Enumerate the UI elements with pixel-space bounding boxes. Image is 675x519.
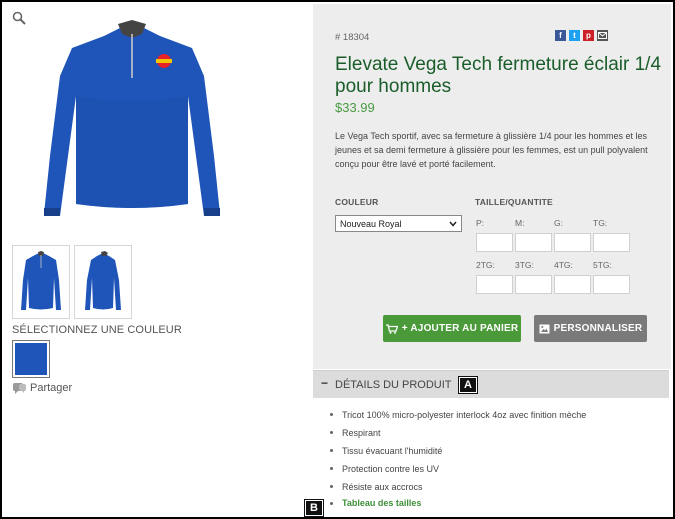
- quantity-input-tg[interactable]: [593, 233, 630, 252]
- facebook-icon[interactable]: f: [555, 30, 566, 41]
- color-option-label: COULEUR: [335, 197, 379, 207]
- customize-button[interactable]: PERSONNALISER: [534, 315, 647, 342]
- product-details-header[interactable]: − DÉTAILS DU PRODUIT A: [313, 370, 669, 398]
- size-label-tg: TG:: [593, 218, 608, 228]
- chevron-down-icon: [449, 221, 457, 227]
- share-label: Partager: [30, 382, 73, 394]
- product-details-title: DÉTAILS DU PRODUIT: [335, 379, 452, 391]
- size-quantity-label: TAILLE/QUANTITE: [475, 197, 553, 207]
- product-details-body: Tricot 100% micro-polyester interlock 4o…: [304, 398, 669, 517]
- quantity-input-p[interactable]: [476, 233, 513, 252]
- size-label-2tg: 2TG:: [476, 260, 495, 270]
- size-label-p: P:: [476, 218, 485, 228]
- thumbnail-front[interactable]: [12, 245, 70, 319]
- cart-icon: [385, 323, 398, 334]
- annotation-marker-a: A: [458, 376, 478, 394]
- color-select-value: Nouveau Royal: [340, 218, 402, 229]
- product-sku: # 18304: [335, 32, 370, 43]
- color-swatch-royal[interactable]: [12, 340, 50, 378]
- list-item: Tissu évacuant l'humidité: [330, 445, 586, 463]
- share-icon: [13, 382, 26, 394]
- customize-label: PERSONNALISER: [553, 323, 643, 334]
- product-price: $33.99: [335, 100, 375, 115]
- thumbnail-list: [12, 245, 132, 319]
- annotation-marker-b: B: [304, 499, 324, 517]
- select-color-label: SÉLECTIONNEZ UNE COULEUR: [12, 324, 182, 336]
- feature-list: Tricot 100% micro-polyester interlock 4o…: [330, 409, 586, 499]
- quantity-input-g[interactable]: [554, 233, 591, 252]
- quantity-input-3tg[interactable]: [515, 275, 552, 294]
- size-label-m: M:: [515, 218, 525, 228]
- quantity-input-5tg[interactable]: [593, 275, 630, 294]
- thumbnail-side[interactable]: [74, 245, 132, 319]
- image-icon: [539, 324, 550, 333]
- size-label-g: G:: [554, 218, 563, 228]
- collapse-icon[interactable]: −: [321, 376, 328, 390]
- product-page: SÉLECTIONNEZ UNE COULEUR Partager # 1830…: [0, 0, 675, 519]
- quantity-input-m[interactable]: [515, 233, 552, 252]
- list-item: Tricot 100% micro-polyester interlock 4o…: [330, 409, 586, 427]
- social-share-icons: f t p: [555, 30, 608, 41]
- size-label-4tg: 4TG:: [554, 260, 573, 270]
- quantity-input-2tg[interactable]: [476, 275, 513, 294]
- pinterest-icon[interactable]: p: [583, 30, 594, 41]
- list-item: Résiste aux accrocs: [330, 481, 586, 499]
- list-item: Respirant: [330, 427, 586, 445]
- quantity-input-4tg[interactable]: [554, 275, 591, 294]
- size-label-5tg: 5TG:: [593, 260, 612, 270]
- add-to-cart-label: + AJOUTER AU PANIER: [401, 323, 519, 334]
- email-icon[interactable]: [597, 30, 608, 41]
- zoom-icon[interactable]: [12, 11, 26, 25]
- list-item: Protection contre les UV: [330, 463, 586, 481]
- product-title: Elevate Vega Tech fermeture éclair 1/4 p…: [335, 54, 662, 97]
- product-main-image[interactable]: [32, 16, 232, 221]
- color-select[interactable]: Nouveau Royal: [335, 215, 462, 232]
- product-description: Le Vega Tech sportif, avec sa fermeture …: [335, 131, 648, 169]
- product-info-panel: # 18304 f t p Elevate Vega Tech fermetur…: [313, 4, 671, 369]
- twitter-icon[interactable]: t: [569, 30, 580, 41]
- add-to-cart-button[interactable]: + AJOUTER AU PANIER: [383, 315, 521, 342]
- share-link[interactable]: Partager: [12, 382, 72, 394]
- size-chart-link[interactable]: Tableau des tailles: [330, 498, 421, 508]
- size-label-3tg: 3TG:: [515, 260, 534, 270]
